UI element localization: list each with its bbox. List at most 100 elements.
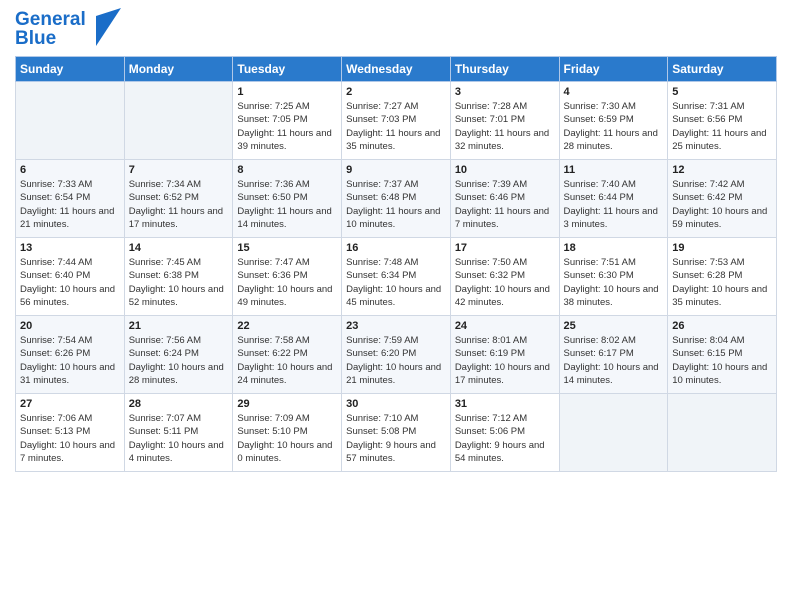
day-number: 10 (455, 164, 555, 176)
day-number: 23 (346, 320, 446, 332)
calendar-cell: 24 Sunrise: 8:01 AMSunset: 6:19 PMDayligh… (450, 316, 559, 394)
day-info: Sunrise: 7:31 AMSunset: 6:56 PMDaylight:… (672, 100, 772, 153)
day-info: Sunrise: 7:12 AMSunset: 5:06 PMDaylight:… (455, 412, 555, 465)
calendar-cell: 6 Sunrise: 7:33 AMSunset: 6:54 PMDaylight… (16, 160, 125, 238)
day-info: Sunrise: 7:44 AMSunset: 6:40 PMDaylight:… (20, 256, 120, 309)
calendar-cell (124, 82, 233, 160)
week-row-3: 13 Sunrise: 7:44 AMSunset: 6:40 PMDayligh… (16, 238, 777, 316)
page: General Blue SundayMondayTuesdayWednesda… (0, 0, 792, 612)
day-info: Sunrise: 7:56 AMSunset: 6:24 PMDaylight:… (129, 334, 229, 387)
day-info: Sunrise: 7:40 AMSunset: 6:44 PMDaylight:… (564, 178, 664, 231)
day-number: 5 (672, 86, 772, 98)
day-info: Sunrise: 7:39 AMSunset: 6:46 PMDaylight:… (455, 178, 555, 231)
day-number: 14 (129, 242, 229, 254)
calendar-cell: 27 Sunrise: 7:06 AMSunset: 5:13 PMDayligh… (16, 394, 125, 472)
calendar-cell: 9 Sunrise: 7:37 AMSunset: 6:48 PMDaylight… (342, 160, 451, 238)
day-number: 9 (346, 164, 446, 176)
day-info: Sunrise: 7:36 AMSunset: 6:50 PMDaylight:… (237, 178, 337, 231)
weekday-header-friday: Friday (559, 57, 668, 82)
day-number: 13 (20, 242, 120, 254)
day-info: Sunrise: 7:28 AMSunset: 7:01 PMDaylight:… (455, 100, 555, 153)
day-info: Sunrise: 7:07 AMSunset: 5:11 PMDaylight:… (129, 412, 229, 465)
calendar-cell: 28 Sunrise: 7:07 AMSunset: 5:11 PMDayligh… (124, 394, 233, 472)
day-number: 1 (237, 86, 337, 98)
logo-line2: Blue (15, 29, 86, 48)
calendar-cell: 31Sunrise: 7:12 AMSunset: 5:06 PMDayligh… (450, 394, 559, 472)
day-number: 25 (564, 320, 664, 332)
day-number: 4 (564, 86, 664, 98)
calendar-cell: 25 Sunrise: 8:02 AMSunset: 6:17 PMDayligh… (559, 316, 668, 394)
calendar-cell: 22 Sunrise: 7:58 AMSunset: 6:22 PMDayligh… (233, 316, 342, 394)
logo-icon (91, 8, 121, 46)
day-number: 21 (129, 320, 229, 332)
day-number: 17 (455, 242, 555, 254)
calendar-cell: 14 Sunrise: 7:45 AMSunset: 6:38 PMDayligh… (124, 238, 233, 316)
day-number: 8 (237, 164, 337, 176)
calendar-cell: 12Sunrise: 7:42 AMSunset: 6:42 PMDayligh… (668, 160, 777, 238)
day-info: Sunrise: 7:27 AMSunset: 7:03 PMDaylight:… (346, 100, 446, 153)
logo-line1: General (15, 10, 86, 29)
week-row-4: 20 Sunrise: 7:54 AMSunset: 6:26 PMDayligh… (16, 316, 777, 394)
calendar-cell: 20 Sunrise: 7:54 AMSunset: 6:26 PMDayligh… (16, 316, 125, 394)
weekday-header-wednesday: Wednesday (342, 57, 451, 82)
day-info: Sunrise: 7:58 AMSunset: 6:22 PMDaylight:… (237, 334, 337, 387)
day-number: 27 (20, 398, 120, 410)
calendar-cell: 8 Sunrise: 7:36 AMSunset: 6:50 PMDaylight… (233, 160, 342, 238)
weekday-header-tuesday: Tuesday (233, 57, 342, 82)
calendar-cell: 4 Sunrise: 7:30 AMSunset: 6:59 PMDaylight… (559, 82, 668, 160)
weekday-header-row: SundayMondayTuesdayWednesdayThursdayFrid… (16, 57, 777, 82)
calendar-cell: 11Sunrise: 7:40 AMSunset: 6:44 PMDayligh… (559, 160, 668, 238)
day-number: 24 (455, 320, 555, 332)
day-number: 3 (455, 86, 555, 98)
calendar-cell: 16 Sunrise: 7:48 AMSunset: 6:34 PMDayligh… (342, 238, 451, 316)
day-number: 6 (20, 164, 120, 176)
week-row-1: 1 Sunrise: 7:25 AMSunset: 7:05 PMDaylight… (16, 82, 777, 160)
day-info: Sunrise: 7:06 AMSunset: 5:13 PMDaylight:… (20, 412, 120, 465)
logo: General Blue (15, 10, 121, 48)
day-info: Sunrise: 7:53 AMSunset: 6:28 PMDaylight:… (672, 256, 772, 309)
calendar-cell: 2 Sunrise: 7:27 AMSunset: 7:03 PMDaylight… (342, 82, 451, 160)
day-info: Sunrise: 7:51 AMSunset: 6:30 PMDaylight:… (564, 256, 664, 309)
day-number: 20 (20, 320, 120, 332)
day-info: Sunrise: 7:25 AMSunset: 7:05 PMDaylight:… (237, 100, 337, 153)
day-number: 16 (346, 242, 446, 254)
day-number: 18 (564, 242, 664, 254)
calendar-cell: 15 Sunrise: 7:47 AMSunset: 6:36 PMDayligh… (233, 238, 342, 316)
day-info: Sunrise: 7:09 AMSunset: 5:10 PMDaylight:… (237, 412, 337, 465)
day-info: Sunrise: 7:33 AMSunset: 6:54 PMDaylight:… (20, 178, 120, 231)
day-number: 26 (672, 320, 772, 332)
calendar-cell: 7 Sunrise: 7:34 AMSunset: 6:52 PMDaylight… (124, 160, 233, 238)
calendar-cell: 30Sunrise: 7:10 AMSunset: 5:08 PMDayligh… (342, 394, 451, 472)
calendar-cell: 19 Sunrise: 7:53 AMSunset: 6:28 PMDayligh… (668, 238, 777, 316)
day-info: Sunrise: 8:01 AMSunset: 6:19 PMDaylight:… (455, 334, 555, 387)
calendar-cell: 21 Sunrise: 7:56 AMSunset: 6:24 PMDayligh… (124, 316, 233, 394)
calendar-cell: 1 Sunrise: 7:25 AMSunset: 7:05 PMDaylight… (233, 82, 342, 160)
day-info: Sunrise: 7:34 AMSunset: 6:52 PMDaylight:… (129, 178, 229, 231)
day-info: Sunrise: 7:48 AMSunset: 6:34 PMDaylight:… (346, 256, 446, 309)
weekday-header-sunday: Sunday (16, 57, 125, 82)
calendar-cell: 26Sunrise: 8:04 AMSunset: 6:15 PMDayligh… (668, 316, 777, 394)
day-number: 2 (346, 86, 446, 98)
day-number: 29 (237, 398, 337, 410)
day-info: Sunrise: 7:50 AMSunset: 6:32 PMDaylight:… (455, 256, 555, 309)
day-info: Sunrise: 8:02 AMSunset: 6:17 PMDaylight:… (564, 334, 664, 387)
day-number: 22 (237, 320, 337, 332)
day-number: 30 (346, 398, 446, 410)
calendar-cell: 17 Sunrise: 7:50 AMSunset: 6:32 PMDayligh… (450, 238, 559, 316)
week-row-2: 6 Sunrise: 7:33 AMSunset: 6:54 PMDaylight… (16, 160, 777, 238)
day-info: Sunrise: 7:59 AMSunset: 6:20 PMDaylight:… (346, 334, 446, 387)
day-info: Sunrise: 7:47 AMSunset: 6:36 PMDaylight:… (237, 256, 337, 309)
calendar-cell: 13 Sunrise: 7:44 AMSunset: 6:40 PMDayligh… (16, 238, 125, 316)
day-number: 15 (237, 242, 337, 254)
day-number: 7 (129, 164, 229, 176)
day-number: 19 (672, 242, 772, 254)
calendar-cell (559, 394, 668, 472)
day-number: 28 (129, 398, 229, 410)
week-row-5: 27 Sunrise: 7:06 AMSunset: 5:13 PMDayligh… (16, 394, 777, 472)
day-info: Sunrise: 7:45 AMSunset: 6:38 PMDaylight:… (129, 256, 229, 309)
weekday-header-thursday: Thursday (450, 57, 559, 82)
day-info: Sunrise: 7:54 AMSunset: 6:26 PMDaylight:… (20, 334, 120, 387)
day-info: Sunrise: 7:30 AMSunset: 6:59 PMDaylight:… (564, 100, 664, 153)
day-info: Sunrise: 7:37 AMSunset: 6:48 PMDaylight:… (346, 178, 446, 231)
calendar-cell (668, 394, 777, 472)
